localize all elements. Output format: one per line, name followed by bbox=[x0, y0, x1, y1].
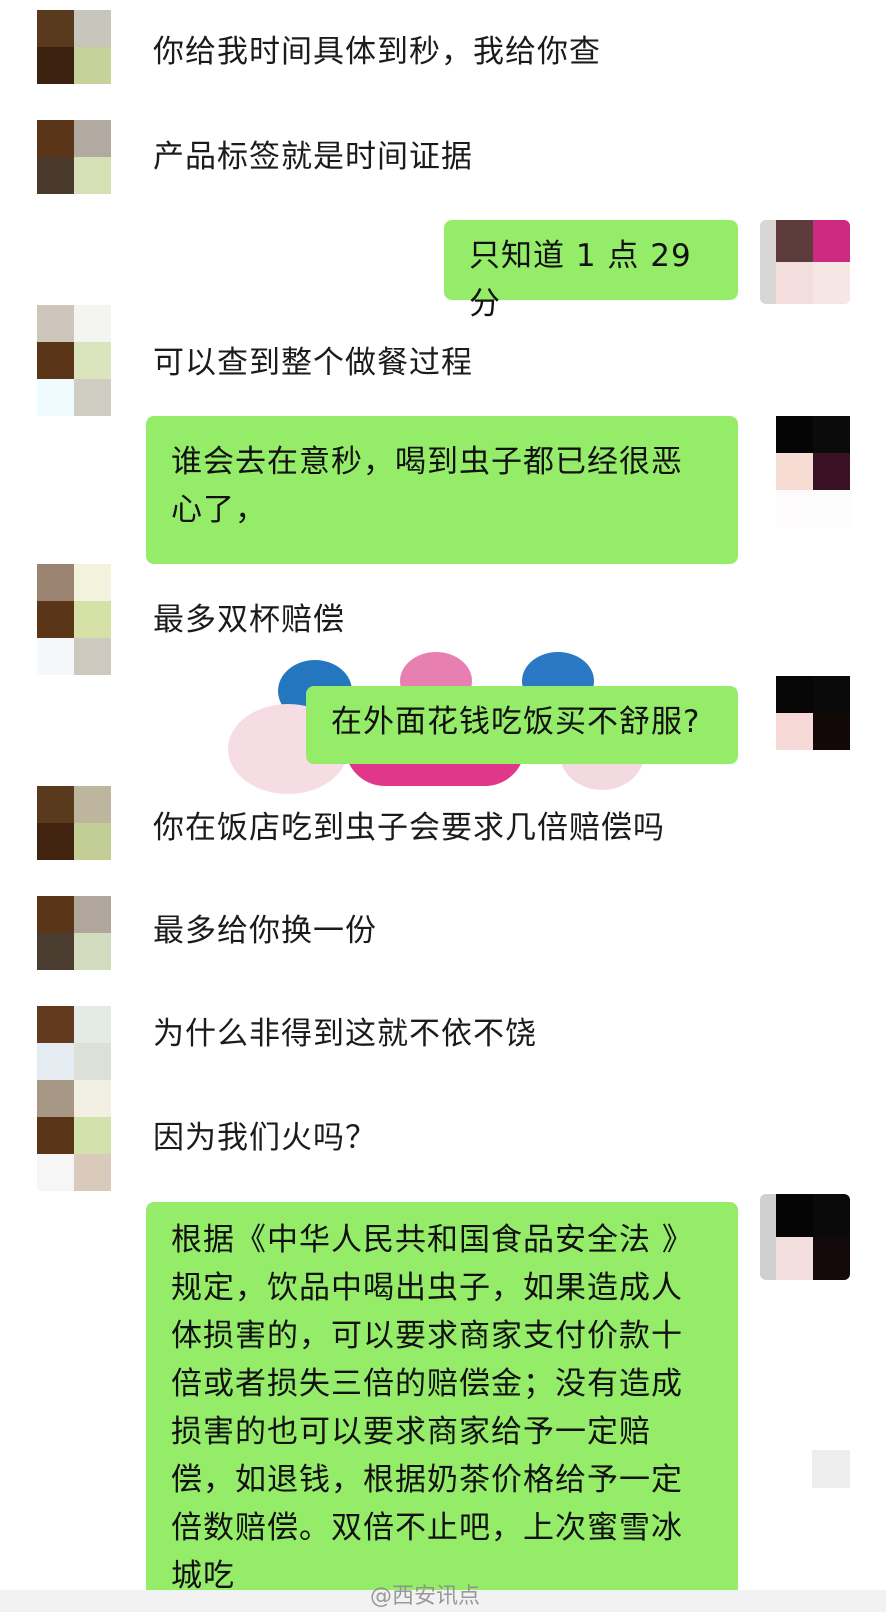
avatar[interactable] bbox=[760, 220, 850, 304]
message-text: 最多给你换一份 bbox=[153, 913, 377, 949]
avatar[interactable] bbox=[776, 676, 850, 750]
message-bubble[interactable]: 在外面花钱吃饭买不舒服? bbox=[306, 686, 738, 764]
avatar[interactable] bbox=[37, 896, 111, 970]
message-bubble[interactable]: 谁会去在意秒，喝到虫子都已经很恶心了， bbox=[146, 416, 738, 564]
avatar[interactable] bbox=[37, 786, 111, 860]
avatar[interactable] bbox=[37, 564, 111, 675]
message-bubble[interactable]: 根据《中华人民共和国食品安全法 》规定，饮品中喝出虫子，如果造成人体损害的，可以… bbox=[146, 1202, 738, 1602]
message-text: 你给我时间具体到秒，我给你查 bbox=[153, 34, 601, 70]
message-text: 可以查到整个做餐过程 bbox=[153, 345, 473, 381]
avatar[interactable] bbox=[37, 1006, 111, 1080]
avatar[interactable] bbox=[37, 10, 111, 84]
message-text: 为什么非得到这就不依不饶 bbox=[153, 1016, 537, 1052]
avatar bbox=[812, 1450, 850, 1488]
message-text: 最多双杯赔偿 bbox=[153, 602, 345, 638]
message-text: 因为我们火吗？ bbox=[153, 1120, 377, 1156]
message-text: 你在饭店吃到虫子会要求几倍赔偿吗 bbox=[153, 810, 665, 846]
watermark: @西安讯点 bbox=[370, 1584, 481, 1609]
avatar[interactable] bbox=[776, 416, 850, 527]
avatar[interactable] bbox=[37, 120, 111, 194]
message-text: 产品标签就是时间证据 bbox=[153, 139, 473, 175]
avatar[interactable] bbox=[760, 1194, 850, 1280]
avatar[interactable] bbox=[37, 1080, 111, 1191]
message-bubble[interactable]: 只知道 1 点 29 分 bbox=[444, 220, 738, 322]
avatar[interactable] bbox=[37, 305, 111, 416]
